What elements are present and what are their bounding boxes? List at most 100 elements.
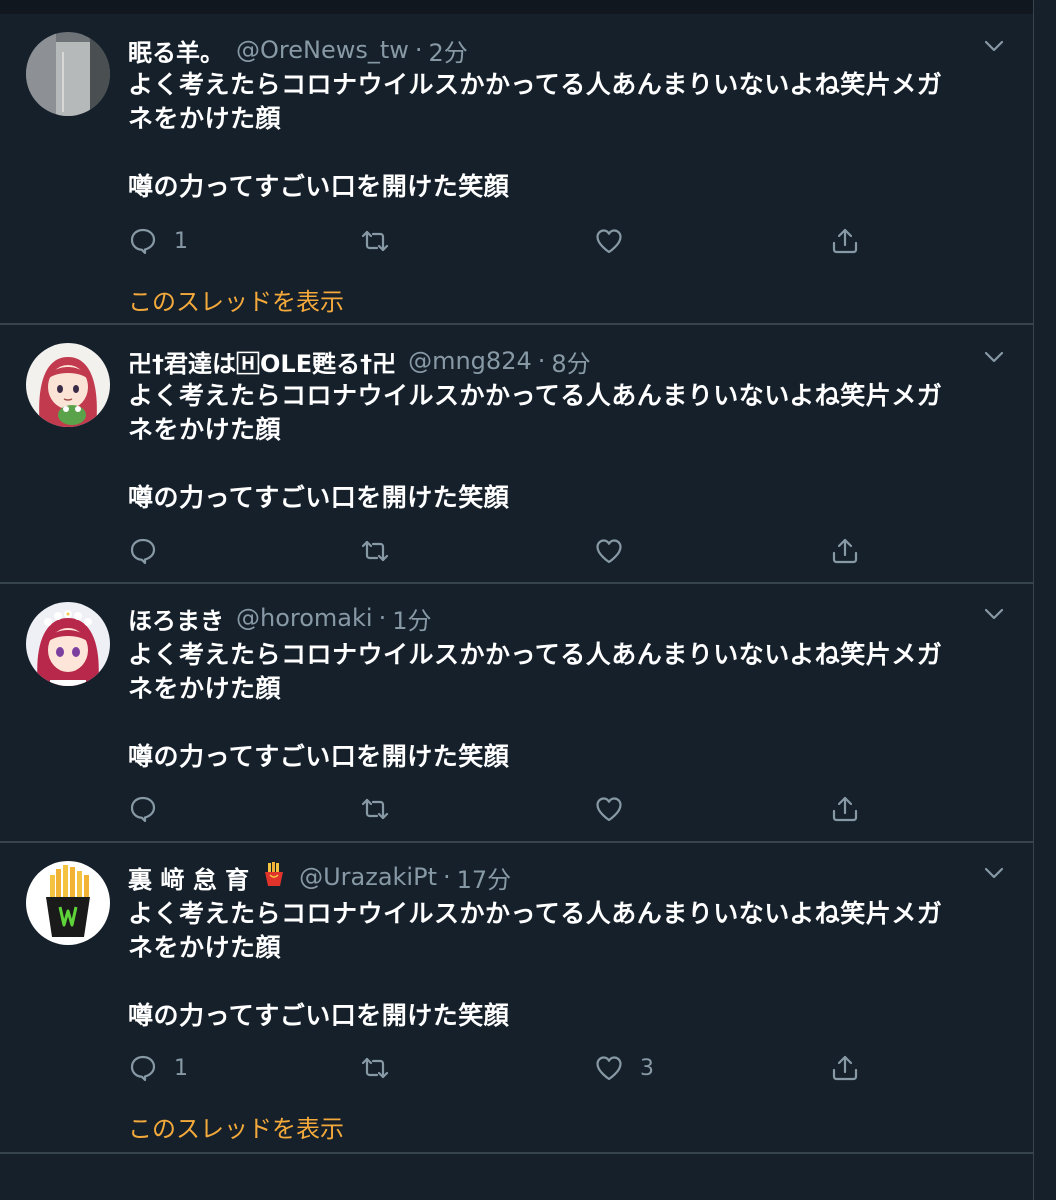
timestamp[interactable]: 1分 <box>392 601 431 636</box>
tweet-text: よく考えたらコロナウイルスかかってる人あんまりいないよね笑片メガ ネをかけた顔 … <box>128 68 1008 204</box>
share-icon <box>832 1055 858 1081</box>
tweet-text-line: よく考えたらコロナウイルスかかってる人あんまりいないよね笑片メガ <box>128 381 943 410</box>
retweet-button[interactable] <box>360 224 406 258</box>
timeline-feed: 眠る羊。 @OreNews_tw · 2分 よく考えたらコロナウイルスかかってる… <box>0 14 1033 1154</box>
tweet-actions <box>128 792 868 826</box>
timestamp[interactable]: 2分 <box>429 33 468 68</box>
chevron-down-icon[interactable] <box>980 343 1008 371</box>
user-handle[interactable]: @OreNews_tw <box>236 36 409 64</box>
share-button[interactable] <box>830 1051 860 1085</box>
avatar[interactable] <box>26 602 110 686</box>
tweet-text: よく考えたらコロナウイルスかかってる人あんまりいないよね笑片メガ ネをかけた顔 … <box>128 638 1008 774</box>
photo-avatar-icon <box>26 32 110 116</box>
display-name[interactable]: 卍†君達は🄷OLE甦る†卍 <box>128 344 396 379</box>
display-name[interactable]: ほろまき <box>128 601 224 636</box>
reply-icon <box>130 1055 156 1082</box>
anime-avatar-icon <box>26 602 110 686</box>
french-fries-emoji-icon <box>261 861 287 893</box>
reply-button[interactable]: 1 <box>128 224 188 258</box>
avatar[interactable] <box>26 861 110 945</box>
heart-icon <box>596 229 622 254</box>
show-thread-link[interactable]: このスレッドを表示 <box>128 282 344 317</box>
tweet-header: 裏 﨑 怠 育 @UrazakiPt · 17分 <box>128 859 511 895</box>
chevron-down-icon[interactable] <box>980 600 1008 628</box>
tweet-2[interactable]: 卍†君達は🄷OLE甦る†卍 @mng824 · 8分 よく考えたらコロナウイルス… <box>0 325 1033 584</box>
heart-icon <box>596 797 622 822</box>
separator-dot: · <box>537 347 546 375</box>
share-button[interactable] <box>830 534 860 568</box>
tweet-actions: 1 3 <box>128 1051 868 1085</box>
tweet-text-line: 噂の力ってすごい口を開けた笑顔 <box>128 172 510 201</box>
tweet-text-line: ネをかけた顔 <box>128 933 282 962</box>
tweet-3[interactable]: ほろまき @horomaki · 1分 よく考えたらコロナウイルスかかってる人あ… <box>0 584 1033 843</box>
show-thread-link[interactable]: このスレッドを表示 <box>128 1109 344 1144</box>
retweet-icon <box>361 230 389 252</box>
tweet-header: 眠る羊。 @OreNews_tw · 2分 <box>128 32 468 68</box>
timestamp[interactable]: 8分 <box>551 344 590 379</box>
tweet-text-line: ネをかけた顔 <box>128 415 282 444</box>
anime-avatar-icon <box>26 343 110 427</box>
heart-icon <box>596 1056 622 1081</box>
separator-dot: · <box>414 36 423 64</box>
tweet-text-line: よく考えたらコロナウイルスかかってる人あんまりいないよね笑片メガ <box>128 70 943 99</box>
retweet-button[interactable] <box>360 792 406 826</box>
like-button[interactable] <box>594 792 640 826</box>
chevron-down-icon[interactable] <box>980 32 1008 60</box>
reply-count: 1 <box>174 1055 188 1081</box>
retweet-icon <box>361 798 389 820</box>
tweet-text-line: 噂の力ってすごい口を開けた笑顔 <box>128 483 510 512</box>
retweet-icon <box>361 1057 389 1079</box>
tweet-1[interactable]: 眠る羊。 @OreNews_tw · 2分 よく考えたらコロナウイルスかかってる… <box>0 14 1033 325</box>
tweet-text-line: よく考えたらコロナウイルスかかってる人あんまりいないよね笑片メガ <box>128 899 943 928</box>
share-icon <box>832 796 858 822</box>
retweet-button[interactable] <box>360 534 406 568</box>
tweet-text-line: ネをかけた顔 <box>128 104 282 133</box>
share-button[interactable] <box>830 224 860 258</box>
retweet-button[interactable] <box>360 1051 406 1085</box>
tweet-text: よく考えたらコロナウイルスかかってる人あんまりいないよね笑片メガ ネをかけた顔 … <box>128 379 1008 515</box>
reply-button[interactable]: 1 <box>128 1051 188 1085</box>
reply-button[interactable] <box>128 534 174 568</box>
reply-icon <box>130 796 156 823</box>
fries-avatar-icon <box>26 861 110 945</box>
like-count: 3 <box>640 1055 654 1081</box>
reply-count: 1 <box>174 228 188 254</box>
tweet-actions: 1 <box>128 224 868 258</box>
scrollbar-track[interactable] <box>1033 0 1056 1200</box>
tweet-4[interactable]: 裏 﨑 怠 育 @UrazakiPt · 17分 よく考えたらコロナウイルスかか… <box>0 843 1033 1154</box>
reply-icon <box>130 538 156 565</box>
retweet-icon <box>361 540 389 562</box>
reply-icon <box>130 228 156 255</box>
display-name[interactable]: 裏 﨑 怠 育 <box>128 860 249 895</box>
tweet-text-line: よく考えたらコロナウイルスかかってる人あんまりいないよね笑片メガ <box>128 640 943 669</box>
avatar[interactable] <box>26 32 110 116</box>
reply-button[interactable] <box>128 792 174 826</box>
tweet-text-line: 噂の力ってすごい口を開けた笑顔 <box>128 1001 510 1030</box>
like-button[interactable]: 3 <box>594 1051 654 1085</box>
heart-icon <box>596 539 622 564</box>
like-button[interactable] <box>594 224 640 258</box>
separator-dot: · <box>442 863 451 891</box>
user-handle[interactable]: @mng824 <box>408 347 532 375</box>
tweet-text-line: 噂の力ってすごい口を開けた笑顔 <box>128 742 510 771</box>
tweet-text-line: ネをかけた顔 <box>128 674 282 703</box>
top-bar <box>0 0 1033 14</box>
timestamp[interactable]: 17分 <box>457 860 512 895</box>
like-button[interactable] <box>594 534 640 568</box>
tweet-header: 卍†君達は🄷OLE甦る†卍 @mng824 · 8分 <box>128 343 591 379</box>
tweet-actions <box>128 534 868 568</box>
display-name[interactable]: 眠る羊。 <box>128 33 224 68</box>
user-handle[interactable]: @horomaki <box>236 604 373 632</box>
tweet-header: ほろまき @horomaki · 1分 <box>128 600 432 636</box>
share-button[interactable] <box>830 792 860 826</box>
avatar[interactable] <box>26 343 110 427</box>
chevron-down-icon[interactable] <box>980 859 1008 887</box>
user-handle[interactable]: @UrazakiPt <box>299 863 437 891</box>
share-icon <box>832 538 858 564</box>
share-icon <box>832 228 858 254</box>
tweet-text: よく考えたらコロナウイルスかかってる人あんまりいないよね笑片メガ ネをかけた顔 … <box>128 897 1008 1033</box>
